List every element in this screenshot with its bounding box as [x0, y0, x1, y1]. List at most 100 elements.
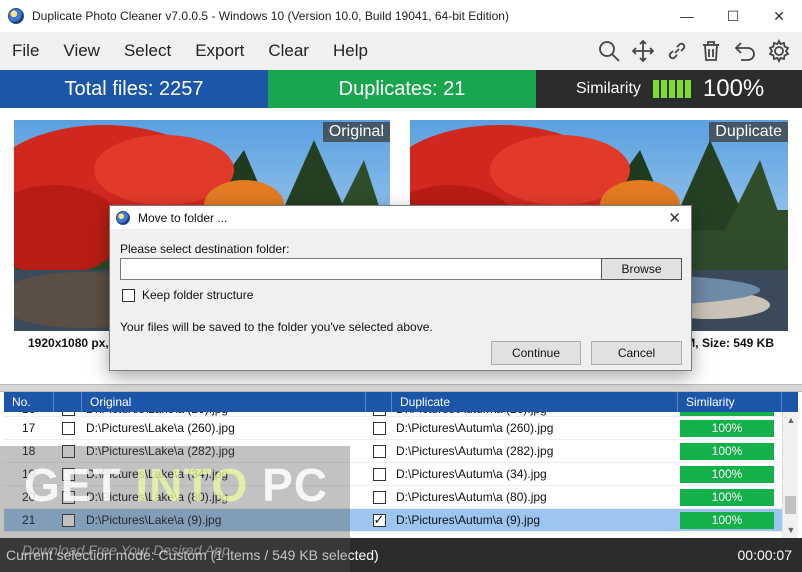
trash-icon[interactable] — [694, 34, 728, 68]
watermark-title: GET INTO PC — [24, 459, 329, 511]
duplicates-stat: Duplicates: 21 — [268, 70, 536, 108]
destination-folder-input[interactable] — [120, 258, 602, 280]
similarity-cell: 100% — [678, 417, 782, 439]
menu-view[interactable]: View — [51, 41, 112, 61]
dialog-title-bar: Move to folder ... ✕ — [110, 206, 691, 229]
move-icon[interactable] — [626, 34, 660, 68]
duplicate-path: D:\Pictures\Autum\a (282).jpg — [396, 444, 554, 458]
header-similarity[interactable]: Similarity — [678, 392, 782, 412]
search-icon[interactable] — [592, 34, 626, 68]
similarity-meter-bar — [676, 80, 683, 98]
duplicate-path: D:\Pictures\Autum\a (26).jpg — [392, 412, 678, 416]
window-title: Duplicate Photo Cleaner v7.0.0.5 - Windo… — [32, 9, 509, 23]
dialog-app-icon — [116, 210, 130, 225]
original-path: D:\Pictures\Lake\a (26).jpg — [82, 412, 366, 416]
cancel-button[interactable]: Cancel — [591, 341, 682, 365]
similarity-bar: 100% — [680, 511, 774, 529]
duplicate-checkbox-cell — [366, 412, 392, 416]
settings-icon[interactable] — [762, 34, 796, 68]
row-number: 17 — [22, 421, 36, 435]
similarity-cell: 100% — [678, 509, 782, 531]
similarity-bar: 100% — [680, 419, 774, 437]
original-checkbox[interactable] — [61, 421, 75, 435]
stats-bar: Total files: 2257 Duplicates: 21 Similar… — [0, 70, 802, 108]
keep-structure-option[interactable]: Keep folder structure — [122, 288, 253, 302]
similarity-meter-bar — [668, 80, 675, 98]
close-button[interactable]: ✕ — [756, 0, 802, 32]
similarity-bar: 100% — [680, 412, 774, 416]
duplicate-checkbox-cell — [366, 463, 392, 485]
similarity-meter-bar — [652, 80, 659, 98]
toolbar — [592, 32, 796, 70]
menu-bar: File View Select Export Clear Help — [0, 32, 802, 70]
similarity-cell: 100% — [678, 440, 782, 462]
dialog-info-text: Your files will be saved to the folder y… — [120, 320, 433, 334]
scroll-thumb[interactable] — [785, 496, 796, 514]
similarity-cell: 100% — [678, 412, 782, 416]
menu-export[interactable]: Export — [183, 41, 256, 61]
duplicate-checkbox[interactable] — [372, 490, 386, 504]
duplicate-checkbox[interactable] — [372, 444, 386, 458]
menu-select[interactable]: Select — [112, 41, 183, 61]
similarity-value: 100% — [702, 75, 765, 102]
table-scrollbar[interactable]: ▲ ▼ — [782, 412, 798, 538]
duplicate-checkbox[interactable] — [372, 421, 386, 435]
dialog-close-button[interactable]: ✕ — [668, 209, 681, 227]
header-duplicate[interactable]: Duplicate — [392, 392, 678, 412]
keep-structure-label: Keep folder structure — [142, 288, 254, 302]
keep-structure-checkbox[interactable] — [122, 288, 135, 302]
header-check-original[interactable] — [54, 392, 82, 412]
duplicate-info: M, Size: 549 KB — [685, 336, 774, 350]
duplicate-checkbox[interactable] — [372, 467, 386, 481]
similarity-meter-bar — [660, 80, 667, 98]
similarity-meter — [652, 80, 691, 98]
similarity-bar: 100% — [680, 442, 774, 460]
link-icon[interactable] — [660, 34, 694, 68]
watermark-subtitle: Download Free Your Desired App — [22, 542, 230, 558]
dialog-title: Move to folder ... — [138, 210, 228, 225]
duplicate-path: D:\Pictures\Autum\a (260).jpg — [396, 421, 554, 435]
similarity-cell: 100% — [678, 463, 782, 485]
duplicate-path: D:\Pictures\Autum\a (34).jpg — [396, 467, 547, 481]
duplicate-checkbox-cell — [366, 440, 392, 462]
table-header: No. Original Duplicate Similarity — [4, 392, 798, 412]
original-path: D:\Pictures\Lake\a (260).jpg — [86, 421, 235, 435]
menu-clear[interactable]: Clear — [256, 41, 321, 61]
header-check-duplicate[interactable] — [366, 392, 392, 412]
similarity-stat: Similarity 100% — [536, 70, 802, 108]
menu-file[interactable]: File — [0, 41, 51, 61]
scroll-down-icon[interactable]: ▼ — [783, 522, 798, 538]
status-time: 00:00:07 — [737, 547, 793, 563]
title-bar: Duplicate Photo Cleaner v7.0.0.5 - Windo… — [0, 0, 802, 32]
total-files-stat: Total files: 2257 — [0, 70, 268, 108]
header-original[interactable]: Original — [82, 392, 366, 412]
duplicate-path: D:\Pictures\Autum\a (9).jpg — [396, 513, 541, 527]
minimize-button[interactable]: — — [664, 0, 710, 32]
table-row[interactable]: 17 D:\Pictures\Lake\a (260).jpg D:\Picture… — [4, 417, 798, 440]
browse-button[interactable]: Browse — [601, 258, 682, 280]
window-controls: — ☐ ✕ — [664, 0, 802, 32]
original-tag: Original — [322, 122, 390, 142]
continue-button[interactable]: Continue — [491, 341, 581, 365]
similarity-label: Similarity — [576, 80, 641, 97]
move-to-folder-dialog: Move to folder ... ✕ Please select desti… — [109, 205, 692, 371]
menu-help[interactable]: Help — [321, 41, 380, 61]
duplicate-checkbox-cell — [366, 509, 392, 531]
duplicate-checkbox[interactable] — [372, 412, 386, 416]
duplicate-checkbox-cell — [366, 486, 392, 508]
app-icon — [8, 8, 24, 24]
duplicate-checkbox[interactable] — [372, 512, 386, 528]
scroll-up-icon[interactable]: ▲ — [783, 412, 798, 428]
duplicate-path: D:\Pictures\Autum\a (80).jpg — [396, 490, 547, 504]
maximize-button[interactable]: ☐ — [710, 0, 756, 32]
header-no[interactable]: No. — [4, 392, 54, 412]
undo-icon[interactable] — [728, 34, 762, 68]
original-checkbox-cell — [54, 417, 82, 439]
dialog-body: Please select destination folder: Browse… — [110, 229, 691, 370]
original-info: 1920x1080 px, — [28, 336, 109, 350]
similarity-bar: 100% — [680, 465, 774, 483]
splitter[interactable] — [0, 384, 802, 392]
row-number: 16 — [4, 412, 54, 416]
duplicate-checkbox-cell — [366, 417, 392, 439]
original-checkbox[interactable] — [61, 412, 75, 416]
